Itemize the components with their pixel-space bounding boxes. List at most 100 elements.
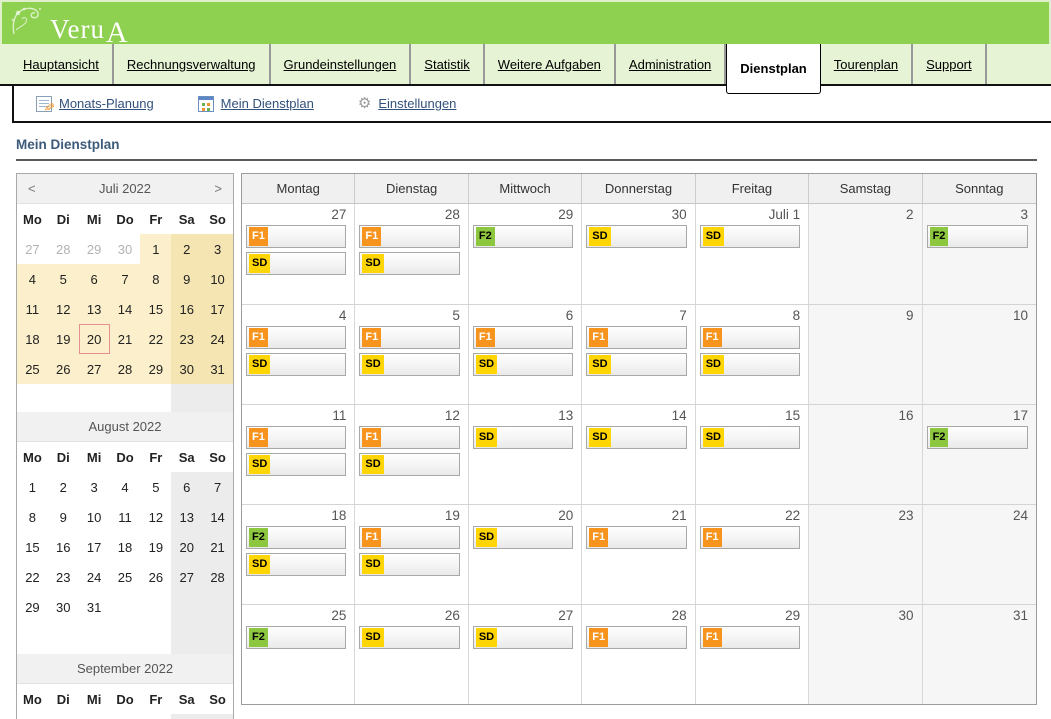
mini-day[interactable]: 13 [171,502,202,532]
shift-event[interactable]: F1 [700,526,800,549]
mini-day[interactable]: 3 [202,234,233,264]
mini-day[interactable]: 2 [140,714,171,719]
shift-event[interactable]: SD [246,453,346,476]
mini-day[interactable]: 5 [48,264,79,294]
mini-day[interactable]: 14 [110,294,141,324]
mini-day[interactable]: 15 [140,294,171,324]
mini-day[interactable]: 19 [48,324,79,354]
mini-day[interactable]: 31 [79,592,110,622]
day-cell[interactable]: 8F1SD [696,305,809,404]
mini-day[interactable]: 12 [48,294,79,324]
mini-day[interactable] [79,714,110,719]
shift-event[interactable]: SD [700,353,800,376]
shift-event[interactable]: F2 [246,626,346,649]
shift-event[interactable]: SD [586,353,686,376]
shift-event[interactable]: SD [359,553,459,576]
mini-day[interactable]: 28 [110,354,141,384]
mini-day[interactable]: 23 [48,562,79,592]
mini-day[interactable]: 27 [171,562,202,592]
mini-day[interactable] [17,714,48,719]
mini-day[interactable]: 9 [48,502,79,532]
shift-event[interactable]: F1 [359,326,459,349]
mini-day[interactable]: 30 [171,354,202,384]
mini-day[interactable]: 17 [202,294,233,324]
mini-day[interactable]: 23 [171,324,202,354]
mini-day[interactable]: 16 [48,532,79,562]
mini-day[interactable]: 1 [140,234,171,264]
mini-day[interactable]: 25 [17,354,48,384]
shift-event[interactable]: SD [700,225,800,248]
day-cell[interactable]: 6F1SD [469,305,582,404]
day-cell[interactable]: 12F1SD [355,405,468,504]
mini-day[interactable]: 24 [79,562,110,592]
mini-day[interactable]: 30 [48,592,79,622]
day-cell[interactable]: 31 [923,605,1036,704]
day-cell[interactable]: 22F1 [696,505,809,604]
tab-dienstplan[interactable]: Dienstplan [726,44,820,94]
shift-event[interactable]: SD [246,252,346,275]
tab-tourenplan[interactable]: Tourenplan [821,44,913,84]
mini-day[interactable]: 24 [202,324,233,354]
shift-event[interactable]: SD [473,526,573,549]
shift-event[interactable]: SD [246,553,346,576]
day-cell[interactable]: 5F1SD [355,305,468,404]
mini-day[interactable]: 19 [140,532,171,562]
tab-rechnungsverwaltung[interactable]: Rechnungsverwaltung [114,44,271,84]
mini-day[interactable]: 22 [17,562,48,592]
mini-day[interactable]: 22 [140,324,171,354]
day-cell[interactable]: 3F2 [923,204,1036,304]
mini-day[interactable]: 3 [79,472,110,502]
shift-event[interactable]: F2 [246,526,346,549]
mini-day[interactable]: 21 [110,324,141,354]
mini-day[interactable]: 6 [79,264,110,294]
day-cell[interactable]: 14SD [582,405,695,504]
mini-day[interactable]: 20 [171,532,202,562]
shift-event[interactable]: F2 [473,225,573,248]
day-cell[interactable]: 29F2 [469,204,582,304]
shift-event[interactable]: F1 [700,326,800,349]
mini-day[interactable]: 2 [48,472,79,502]
day-cell[interactable]: 15SD [696,405,809,504]
mini-day[interactable]: 8 [17,502,48,532]
shift-event[interactable]: F1 [586,526,686,549]
mini-day[interactable]: 11 [110,502,141,532]
mini-day[interactable]: 14 [202,502,233,532]
mini-day[interactable]: 7 [202,472,233,502]
mini-day[interactable]: 18 [17,324,48,354]
mini-day[interactable]: 8 [140,264,171,294]
day-cell[interactable]: 18F2SD [242,505,355,604]
mini-day[interactable]: 15 [17,532,48,562]
shift-event[interactable]: F1 [586,626,686,649]
mini-day[interactable]: 26 [140,562,171,592]
mini-day[interactable]: 31 [202,354,233,384]
mini-day[interactable]: 2 [171,234,202,264]
day-cell[interactable]: 23 [809,505,922,604]
tab-grundeinstellungen[interactable]: Grundeinstellungen [271,44,412,84]
tab-support[interactable]: Support [913,44,987,84]
mini-day[interactable]: 30 [110,234,141,264]
mini-day[interactable]: 9 [171,264,202,294]
day-cell[interactable]: Juli 1SD [696,204,809,304]
shift-event[interactable]: SD [359,353,459,376]
shift-event[interactable]: F1 [246,426,346,449]
shift-event[interactable]: F1 [246,225,346,248]
mini-day[interactable] [110,592,141,622]
shift-event[interactable]: SD [473,626,573,649]
monats-planung-link[interactable]: Monats-Planung [36,96,154,112]
day-cell[interactable]: 7F1SD [582,305,695,404]
mini-day-today[interactable]: 20 [79,324,110,354]
shift-event[interactable]: F1 [359,526,459,549]
shift-event[interactable]: SD [246,353,346,376]
shift-event[interactable]: F1 [586,326,686,349]
mein-dienstplan-link[interactable]: Mein Dienstplan [198,96,314,112]
shift-event[interactable]: F1 [473,326,573,349]
day-cell[interactable]: 13SD [469,405,582,504]
day-cell[interactable]: 27SD [469,605,582,704]
day-cell[interactable]: 21F1 [582,505,695,604]
mini-day[interactable]: 29 [17,592,48,622]
shift-event[interactable]: F2 [927,225,1028,248]
mini-day[interactable]: 21 [202,532,233,562]
mini-day[interactable]: 26 [48,354,79,384]
mini-day[interactable]: 1 [17,472,48,502]
mini-day[interactable]: 10 [79,502,110,532]
